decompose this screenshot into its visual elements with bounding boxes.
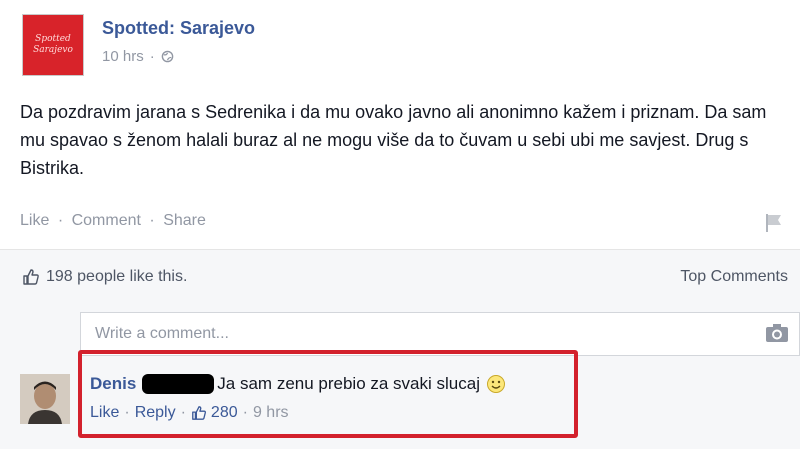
thumbs-up-icon	[23, 269, 39, 285]
camera-icon[interactable]	[765, 323, 789, 343]
comment-input-placeholder: Write a comment...	[95, 325, 229, 342]
top-comments-dropdown[interactable]: Top Comments	[680, 268, 788, 286]
avatar-text-line2: Sarajevo	[33, 45, 73, 55]
likes-bar: 198 people like this. Top Comments	[0, 250, 800, 304]
like-link[interactable]: Like	[20, 212, 49, 229]
header-text: Spotted: Sarajevo 10 hrs ·	[102, 14, 255, 76]
post-actions: Like · Comment · Share	[20, 212, 206, 230]
action-separator: ·	[57, 212, 64, 229]
post-meta: 10 hrs ·	[102, 48, 255, 65]
avatar-text-line1: Spotted	[35, 34, 71, 44]
share-link[interactable]: Share	[163, 212, 206, 229]
meta-separator: ·	[149, 48, 155, 65]
globe-icon[interactable]	[161, 50, 174, 63]
commenter-avatar[interactable]	[20, 374, 70, 424]
likes-summary[interactable]: 198 people like this.	[22, 268, 187, 286]
page-avatar[interactable]: Spotted Sarajevo	[22, 14, 84, 76]
avatar-photo	[20, 374, 70, 424]
page-name-link[interactable]: Spotted: Sarajevo	[102, 18, 255, 39]
action-separator: ·	[149, 212, 155, 229]
red-highlight-box	[78, 350, 578, 438]
likes-count-text: 198 people like this.	[46, 268, 188, 285]
comment-link[interactable]: Comment	[72, 212, 141, 229]
post-header: Spotted Sarajevo Spotted: Sarajevo 10 hr…	[22, 14, 255, 76]
post-time[interactable]: 10 hrs	[102, 48, 144, 65]
post-text: Da pozdravim jarana s Sedrenika i da mu …	[20, 102, 767, 178]
flag-icon[interactable]	[764, 212, 784, 234]
